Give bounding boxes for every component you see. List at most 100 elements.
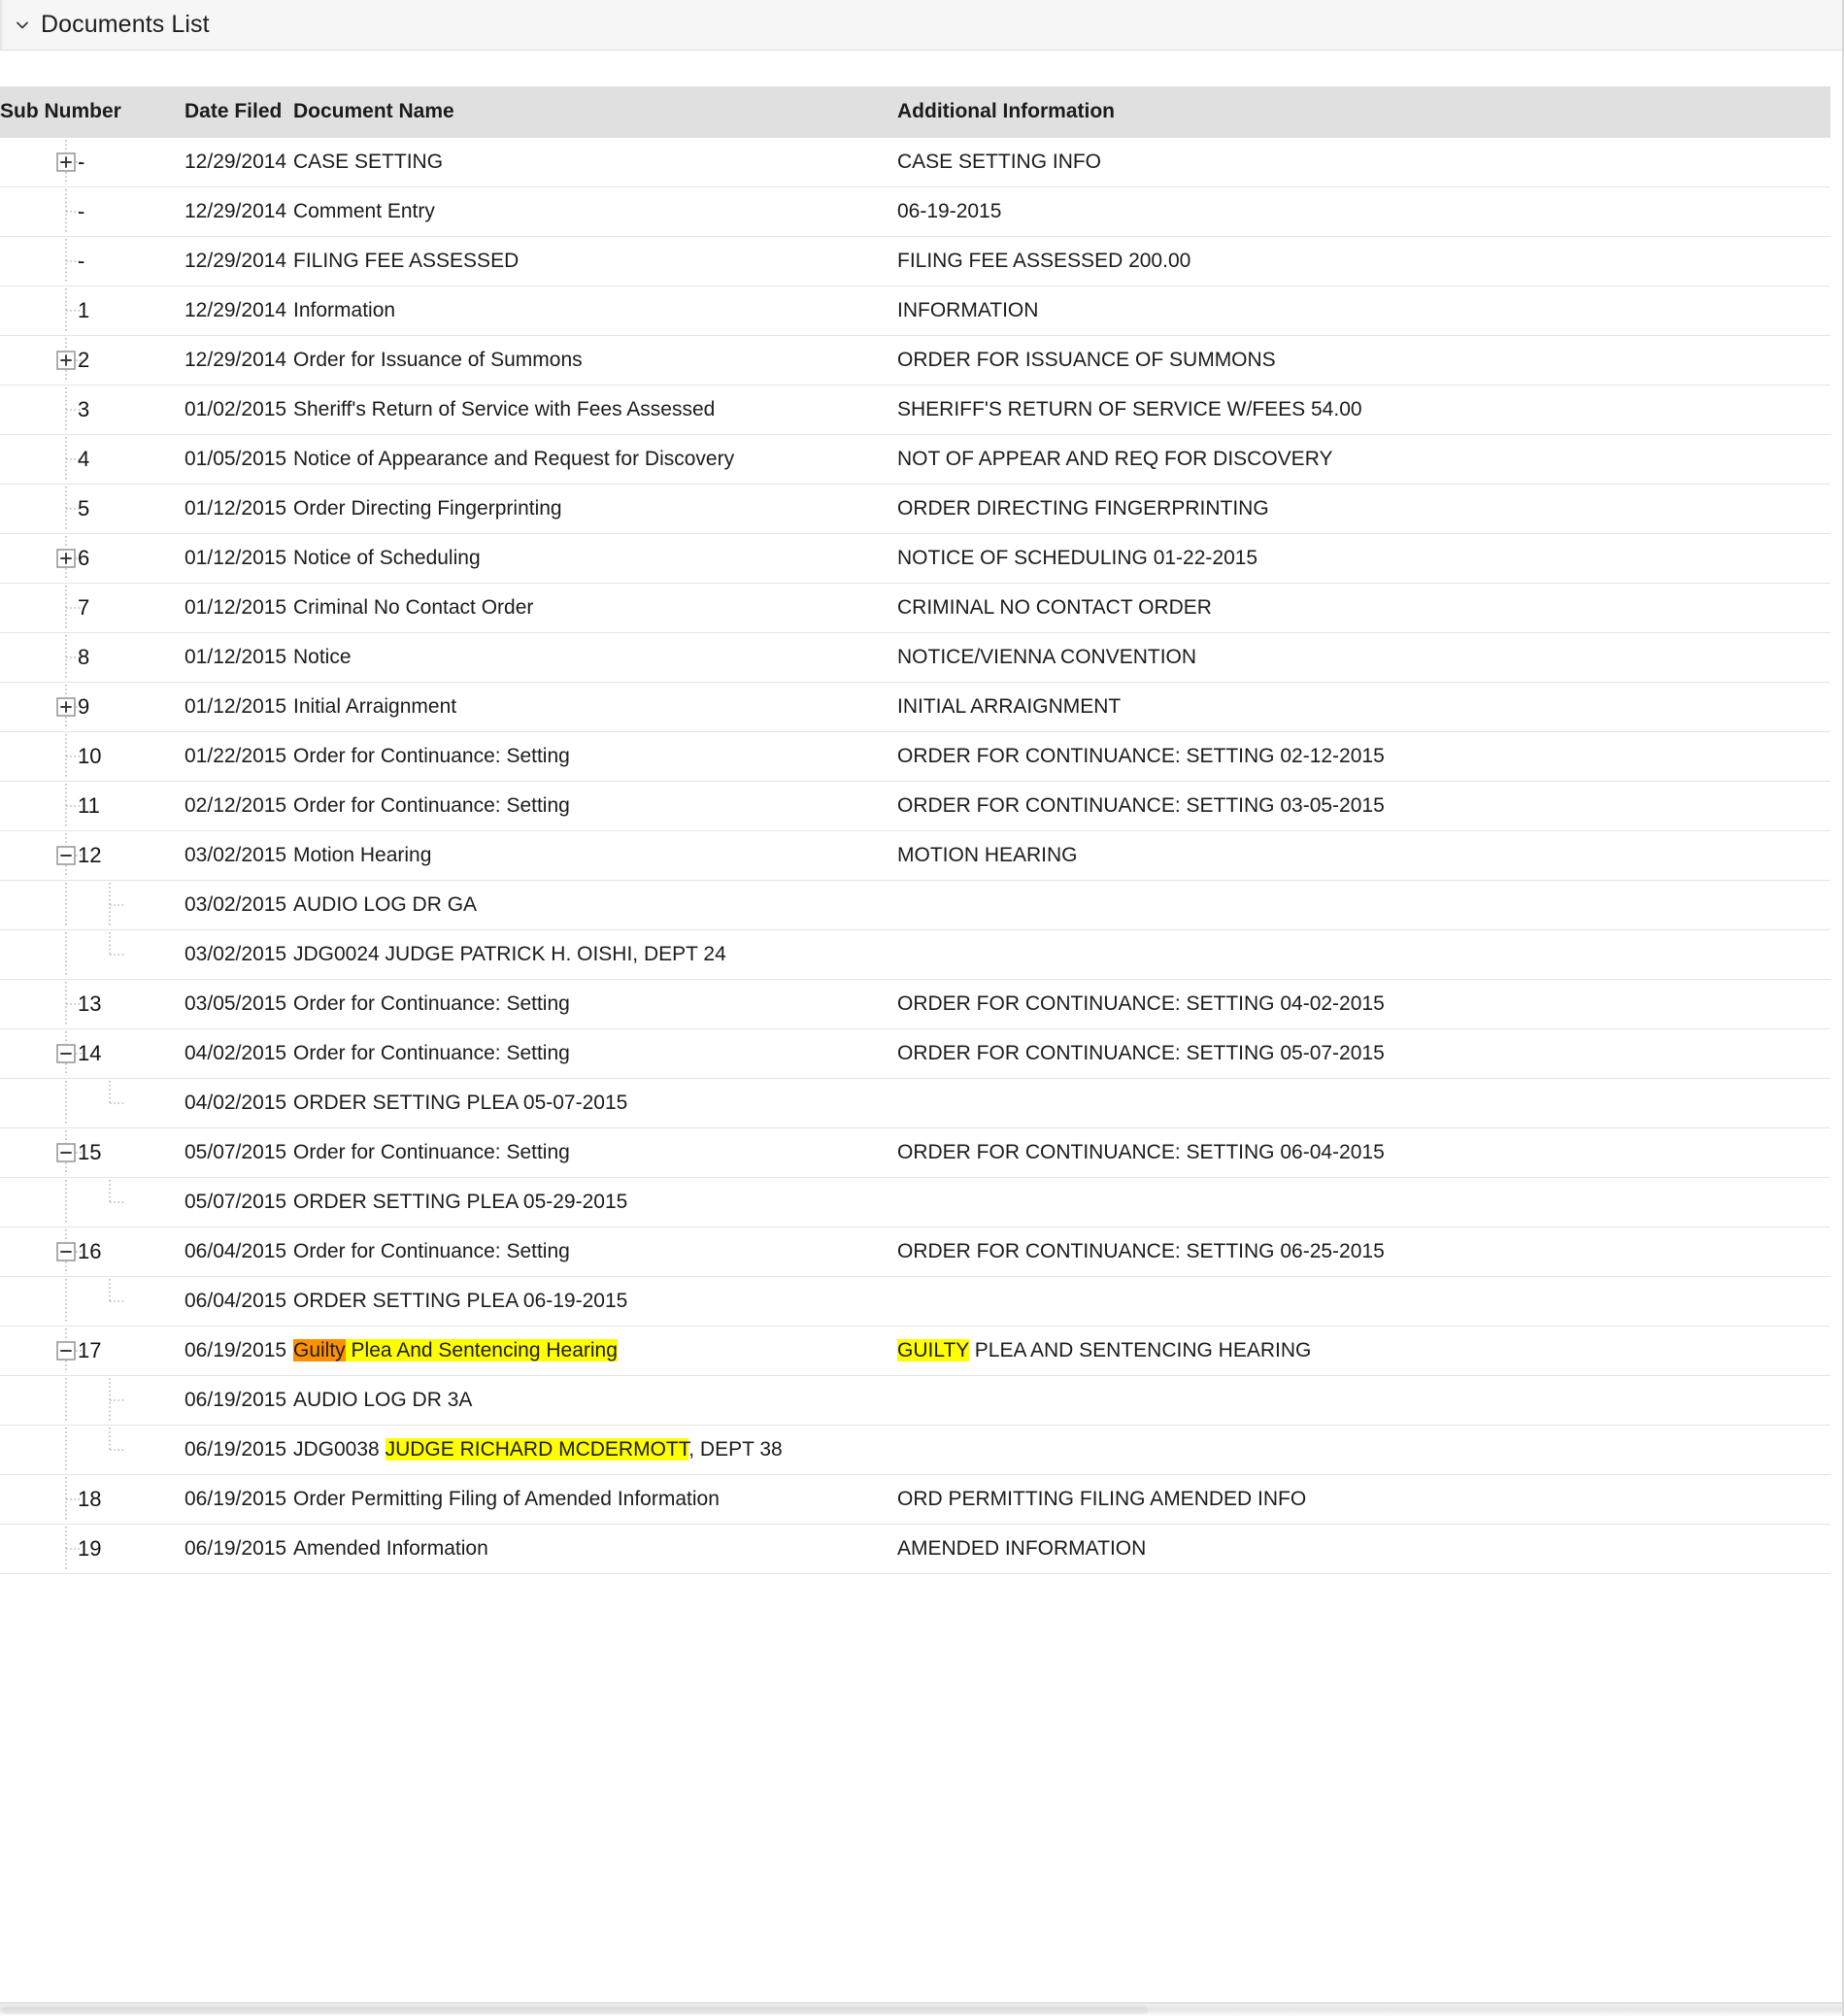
table-row[interactable]: 05/07/2015 ORDER SETTING PLEA 05-29-2015 — [0, 1177, 1830, 1227]
table-row[interactable]: 15 05/07/2015 Order for Continuance: Setti… — [0, 1127, 1830, 1178]
document-name-value: Order Permitting Filing of Amended Infor… — [293, 1488, 720, 1510]
table-row[interactable]: 06/04/2015 ORDER SETTING PLEA 06-19-2015 — [0, 1276, 1830, 1327]
date-filed-value: 03/02/2015 — [184, 844, 287, 866]
horizontal-scrollbar[interactable] — [0, 2002, 1842, 2016]
table-row[interactable]: 17 06/19/2015 Guilty Plea And Sentencing H… — [0, 1326, 1830, 1376]
column-header-date-filed[interactable]: Date Filed — [184, 86, 293, 137]
date-filed-value: 01/22/2015 — [184, 745, 287, 767]
table-row[interactable]: 1 12/29/2014 Information INFORMATION — [0, 286, 1830, 336]
cell-document-name[interactable]: Order for Continuance: Setting — [293, 1028, 897, 1079]
cell-additional-information: ORDER FOR ISSUANCE OF SUMMONS — [897, 335, 1830, 386]
cell-document-name[interactable]: Notice — [293, 632, 897, 683]
cell-sub-number — [0, 929, 184, 980]
cell-additional-information: ORDER FOR CONTINUANCE: SETTING 05-07-201… — [897, 1028, 1830, 1079]
cell-document-name[interactable]: ORDER SETTING PLEA 05-07-2015 — [293, 1078, 897, 1128]
cell-document-name[interactable]: Notice of Scheduling — [293, 533, 897, 584]
cell-document-name[interactable]: Notice of Appearance and Request for Dis… — [293, 434, 897, 485]
cell-document-name[interactable]: AUDIO LOG DR 3A — [293, 1375, 897, 1426]
cell-document-name[interactable]: ORDER SETTING PLEA 06-19-2015 — [293, 1276, 897, 1327]
column-header-document-name[interactable]: Document Name — [293, 86, 897, 137]
document-name-value: Notice of Appearance and Request for Dis… — [293, 448, 735, 470]
table-row[interactable]: 12 03/02/2015 Motion Hearing MOTION HEARING — [0, 830, 1830, 881]
additional-information-value: 06-19-2015 — [897, 200, 1002, 222]
additional-information-value: CRIMINAL NO CONTACT ORDER — [897, 596, 1212, 619]
table-row[interactable]: - 12/29/2014 FILING FEE ASSESSED FILING FEE… — [0, 236, 1830, 286]
cell-document-name[interactable]: Order for Continuance: Setting — [293, 781, 897, 831]
tree-expand-plus-icon[interactable] — [0, 138, 184, 185]
table-row[interactable]: 5 01/12/2015 Order Directing Fingerprintin… — [0, 484, 1830, 534]
table-row[interactable]: - 12/29/2014 CASE SETTING CASE SETTING INFO — [0, 136, 1830, 187]
additional-information-value: NOTICE OF SCHEDULING 01-22-2015 — [897, 547, 1258, 569]
cell-document-name[interactable]: Order for Continuance: Setting — [293, 731, 897, 782]
tree-leaf-connector-icon — [0, 187, 184, 236]
cell-date-filed: 06/04/2015 — [184, 1276, 293, 1327]
additional-information-value: ORDER FOR CONTINUANCE: SETTING 04-02-201… — [897, 992, 1385, 1015]
table-row[interactable]: 8 01/12/2015 Notice NOTICE/VIENNA CONVENTIO… — [0, 632, 1830, 683]
cell-document-name[interactable]: Order for Issuance of Summons — [293, 335, 897, 386]
horizontal-scrollbar-thumb[interactable] — [2, 2006, 1148, 2014]
table-row[interactable]: 3 01/02/2015 Sheriff's Return of Service w… — [0, 385, 1830, 435]
cell-sub-number: 10 — [0, 731, 184, 782]
search-match-highlight: JUDGE RICHARD MCDERMOTT — [385, 1438, 689, 1461]
table-row[interactable]: 04/02/2015 ORDER SETTING PLEA 05-07-2015 — [0, 1078, 1830, 1128]
table-row[interactable]: 10 01/22/2015 Order for Continuance: Setti… — [0, 731, 1830, 782]
sub-number-value: - — [78, 198, 85, 223]
column-header-additional-information[interactable]: Additional Information — [897, 86, 1830, 137]
table-row[interactable]: 06/19/2015 AUDIO LOG DR 3A — [0, 1375, 1830, 1426]
cell-date-filed: 05/07/2015 — [184, 1127, 293, 1178]
sub-number-value: 4 — [78, 446, 90, 471]
cell-document-name[interactable]: CASE SETTING — [293, 136, 897, 187]
cell-document-name[interactable]: Comment Entry — [293, 186, 897, 237]
table-row[interactable]: - 12/29/2014 Comment Entry 06-19-2015 — [0, 186, 1830, 237]
cell-document-name[interactable]: JDG0024 JUDGE PATRICK H. OISHI, DEPT 24 — [293, 929, 897, 980]
table-row[interactable]: 14 04/02/2015 Order for Continuance: Setti… — [0, 1028, 1830, 1079]
table-row[interactable]: 4 01/05/2015 Notice of Appearance and Requ… — [0, 434, 1830, 485]
tree-expand-plus-icon[interactable] — [0, 336, 184, 385]
sub-number-value: 19 — [78, 1535, 102, 1561]
table-row[interactable]: 6 01/12/2015 Notice of Scheduling NOTICE OF… — [0, 533, 1830, 584]
cell-document-name[interactable]: Order for Continuance: Setting — [293, 1226, 897, 1277]
cell-document-name[interactable]: Initial Arraignment — [293, 682, 897, 732]
table-row[interactable]: 19 06/19/2015 Amended Information AMENDED I… — [0, 1524, 1830, 1574]
date-filed-value: 06/19/2015 — [184, 1537, 287, 1560]
table-row[interactable]: 18 06/19/2015 Order Permitting Filing of A… — [0, 1474, 1830, 1525]
document-name-value: Guilty Plea And Sentencing Hearing — [293, 1339, 897, 1361]
cell-document-name[interactable]: Order for Continuance: Setting — [293, 1127, 897, 1178]
sub-number-value: 2 — [78, 347, 90, 372]
tree-expand-plus-icon[interactable] — [0, 534, 184, 583]
table-row[interactable]: 06/19/2015 JDG0038 JUDGE RICHARD MCDERMOT… — [0, 1425, 1830, 1475]
table-row[interactable]: 03/02/2015 AUDIO LOG DR GA — [0, 880, 1830, 930]
cell-document-name[interactable]: JDG0038 JUDGE RICHARD MCDERMOTT, DEPT 38 — [293, 1425, 897, 1475]
table-row[interactable]: 13 03/05/2015 Order for Continuance: Setti… — [0, 979, 1830, 1029]
cell-sub-number: 6 — [0, 533, 184, 584]
column-header-sub-number[interactable]: Sub Number — [0, 86, 184, 137]
cell-document-name[interactable]: Sheriff's Return of Service with Fees As… — [293, 385, 897, 435]
table-row[interactable]: 16 06/04/2015 Order for Continuance: Setti… — [0, 1226, 1830, 1277]
table-row[interactable]: 03/02/2015 JDG0024 JUDGE PATRICK H. OISHI… — [0, 929, 1830, 980]
chevron-down-icon[interactable] — [14, 17, 31, 34]
table-row[interactable]: 7 01/12/2015 Criminal No Contact Order CRIM… — [0, 583, 1830, 633]
cell-document-name[interactable]: AUDIO LOG DR GA — [293, 880, 897, 930]
sub-number-value: 7 — [78, 594, 90, 620]
cell-document-name[interactable]: Criminal No Contact Order — [293, 583, 897, 633]
cell-date-filed: 12/29/2014 — [184, 286, 293, 336]
documents-list-section-header[interactable]: Documents List — [0, 0, 1842, 50]
cell-document-name[interactable]: Motion Hearing — [293, 830, 897, 881]
cell-document-name[interactable]: Order Permitting Filing of Amended Infor… — [293, 1474, 897, 1525]
sub-number-value: - — [78, 149, 85, 174]
table-row[interactable]: 2 12/29/2014 Order for Issuance of Summons… — [0, 335, 1830, 386]
cell-additional-information: CASE SETTING INFO — [897, 136, 1830, 187]
cell-date-filed: 01/12/2015 — [184, 533, 293, 584]
table-row[interactable]: 9 01/12/2015 Initial Arraignment INITIAL AR… — [0, 682, 1830, 732]
cell-document-name[interactable]: ORDER SETTING PLEA 05-29-2015 — [293, 1177, 897, 1227]
cell-document-name[interactable]: Order for Continuance: Setting — [293, 979, 897, 1029]
table-row[interactable]: 11 02/12/2015 Order for Continuance: Setti… — [0, 781, 1830, 831]
cell-document-name[interactable]: Order Directing Fingerprinting — [293, 484, 897, 534]
additional-information-value: ORDER FOR CONTINUANCE: SETTING 05-07-201… — [897, 1042, 1385, 1064]
tree-expand-plus-icon[interactable] — [0, 683, 184, 731]
cell-document-name[interactable]: Guilty Plea And Sentencing Hearing — [293, 1326, 897, 1376]
cell-document-name[interactable]: FILING FEE ASSESSED — [293, 236, 897, 286]
cell-document-name[interactable]: Information — [293, 286, 897, 336]
cell-document-name[interactable]: Amended Information — [293, 1524, 897, 1574]
date-filed-value: 03/05/2015 — [184, 992, 287, 1015]
